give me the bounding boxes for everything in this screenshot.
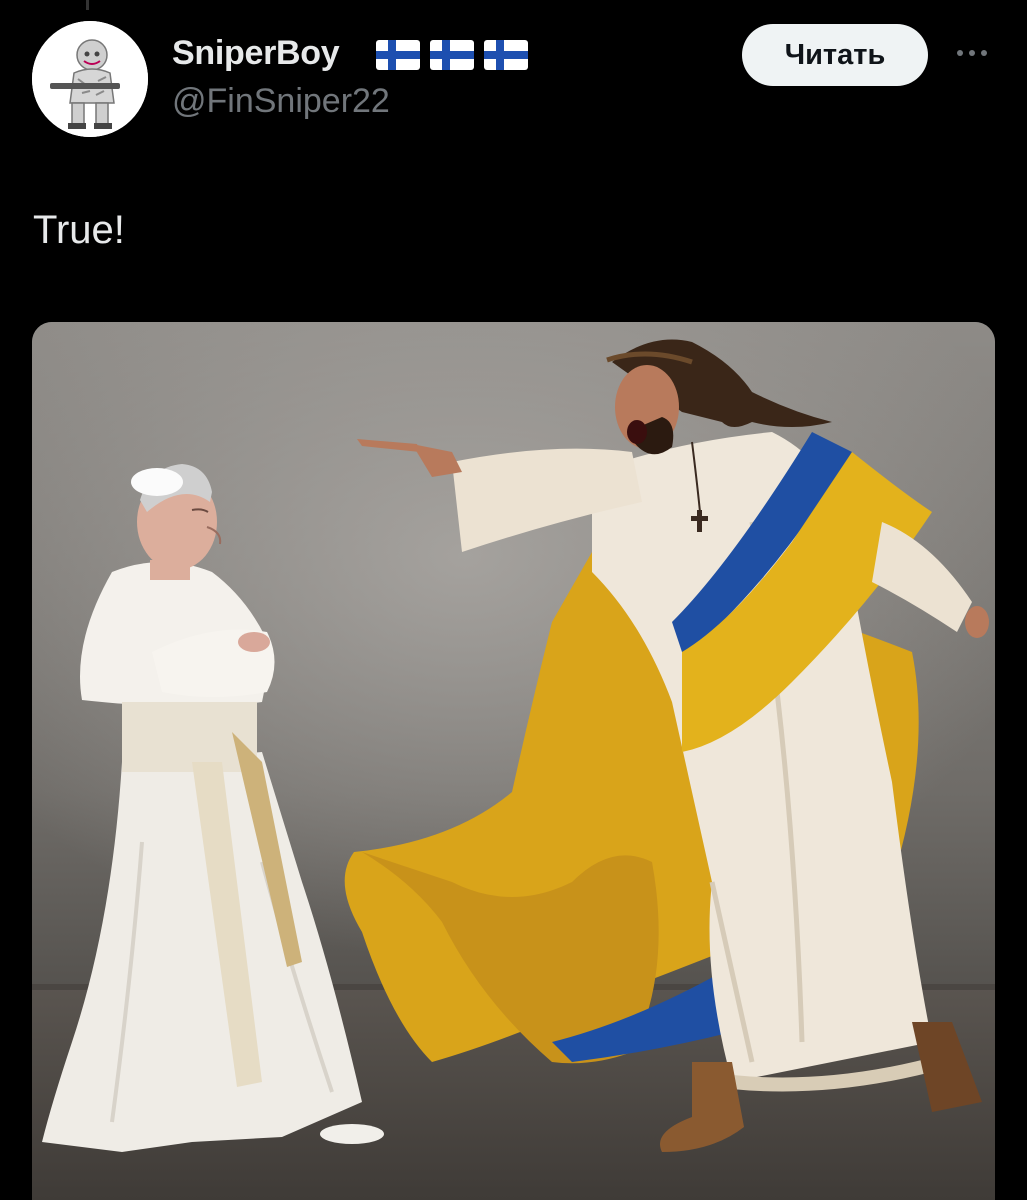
author-handle[interactable]: @FinSniper22 <box>172 82 390 121</box>
media-illustration <box>32 322 995 1200</box>
tweet-media-image[interactable] <box>32 322 995 1200</box>
more-dot <box>981 50 987 56</box>
more-options-icon[interactable] <box>950 38 994 68</box>
more-dot <box>957 50 963 56</box>
follow-button[interactable]: Читать <box>742 24 928 86</box>
avatar[interactable] <box>32 21 148 137</box>
author-display-name[interactable]: SniperBoy <box>172 34 340 73</box>
finland-flag-icon <box>376 40 420 70</box>
thread-connector-line <box>86 0 89 10</box>
author-flag-emojis <box>376 40 528 70</box>
more-dot <box>969 50 975 56</box>
tweet-text: True! <box>33 208 125 252</box>
finland-flag-icon <box>484 40 528 70</box>
avatar-soldier-icon <box>32 21 148 137</box>
finland-flag-icon <box>430 40 474 70</box>
